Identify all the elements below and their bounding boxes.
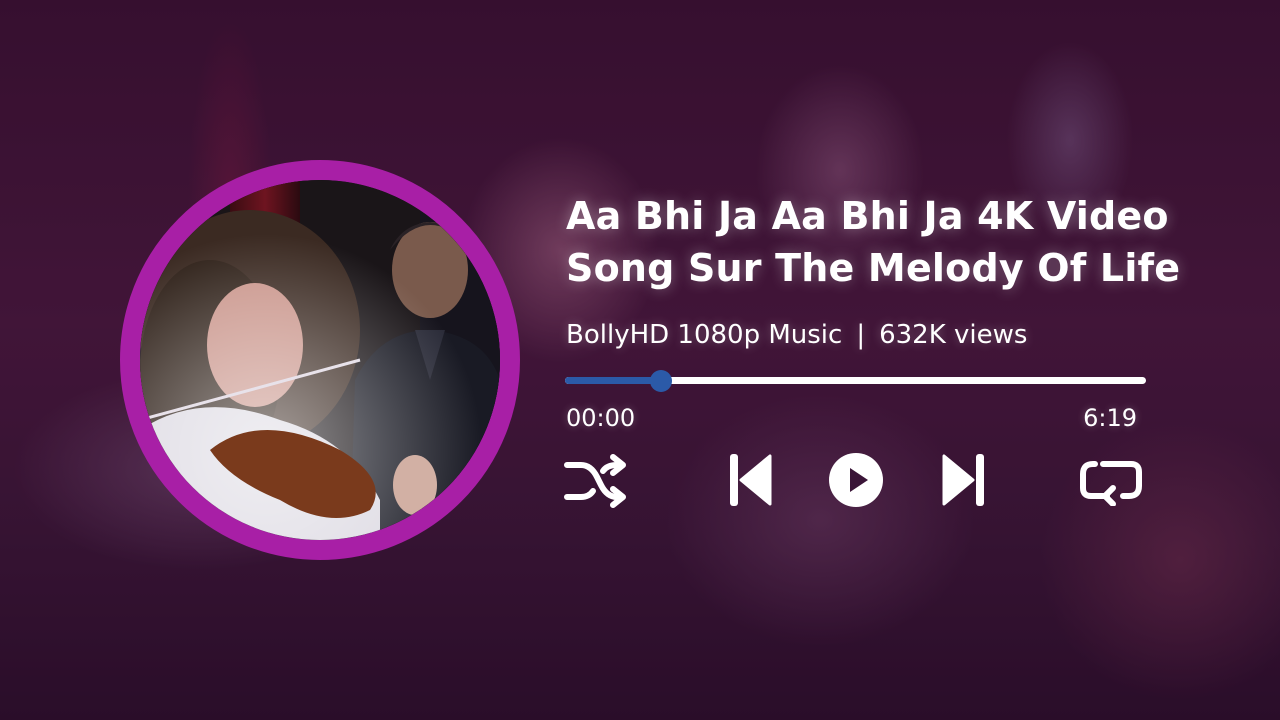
skip-previous-icon bbox=[730, 454, 772, 506]
music-player: Aa Bhi Ja Aa Bhi Ja 4K Video Song Sur Th… bbox=[0, 0, 1280, 720]
repeat-icon bbox=[1080, 461, 1142, 506]
play-icon bbox=[829, 453, 883, 507]
shuffle-icon bbox=[564, 454, 626, 508]
view-count: 632K views bbox=[879, 320, 1028, 350]
meta-separator: | bbox=[856, 320, 866, 350]
shuffle-button[interactable] bbox=[562, 450, 632, 510]
album-art bbox=[120, 160, 520, 560]
previous-button[interactable] bbox=[722, 450, 778, 510]
current-time: 00:00 bbox=[566, 404, 636, 432]
next-button[interactable] bbox=[936, 450, 992, 510]
track-meta: BollyHD 1080p Music | 632K views bbox=[566, 320, 1027, 350]
album-art-image bbox=[140, 180, 500, 540]
track-title: Aa Bhi Ja Aa Bhi Ja 4K Video Song Sur Th… bbox=[566, 194, 1181, 290]
progress-bar[interactable] bbox=[565, 369, 1146, 392]
repeat-button[interactable] bbox=[1076, 450, 1146, 510]
progress-handle[interactable] bbox=[649, 369, 672, 392]
play-button[interactable] bbox=[826, 450, 886, 510]
channel-name[interactable]: BollyHD 1080p Music bbox=[566, 320, 842, 350]
progress-fill bbox=[565, 377, 661, 384]
total-duration: 6:19 bbox=[1083, 404, 1137, 432]
skip-next-icon bbox=[942, 454, 984, 506]
